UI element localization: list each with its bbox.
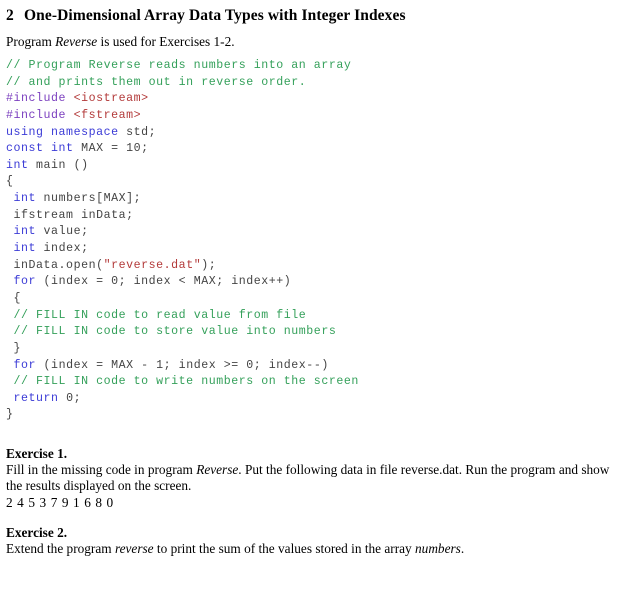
code-line: inData.open("reverse.dat"); [6, 258, 630, 275]
exercise-title: Exercise 2. [6, 524, 68, 540]
code-token-plain: 0; [58, 391, 82, 405]
code-line: // FILL IN code to store value into numb… [6, 324, 630, 341]
exercise-data-values: 2 4 5 3 7 9 1 6 8 0 [6, 494, 114, 510]
exercises-container: Exercise 1. Fill in the missing code in p… [6, 446, 630, 557]
code-token-comment: // FILL IN code to read value from file [13, 308, 307, 322]
code-token-kw: return [13, 391, 59, 405]
code-token-plain: MAX = 10; [73, 142, 149, 156]
code-token-plain: ); [201, 258, 217, 272]
intro-after: is used for Exercises 1-2. [97, 34, 235, 49]
code-token-comment: // FILL IN code to store value into numb… [13, 325, 337, 339]
exercise-title: Exercise 1. [6, 446, 68, 462]
code-line: } [6, 341, 630, 358]
code-token-kw: const int [6, 142, 74, 156]
exercise-emphasis: Reverse [196, 462, 239, 478]
code-token-kw: for [13, 358, 37, 372]
exercise-emphasis: reverse [114, 540, 154, 556]
code-token-plain: } [6, 408, 14, 422]
code-token-kw: int [6, 158, 29, 172]
code-token-plain: (index = MAX - 1; index >= 0; index--) [36, 358, 329, 372]
code-line: for (index = MAX - 1; index >= 0; index-… [6, 358, 630, 375]
exercise-text: to print the sum of the values stored in… [153, 540, 416, 556]
code-line: int value; [6, 224, 630, 241]
code-token-kw: int [13, 242, 37, 256]
code-line: { [6, 174, 630, 191]
exercise-body: Fill in the missing code in program Reve… [6, 462, 626, 495]
exercise-text: . [460, 540, 465, 556]
code-token-comment: // Program Reverse reads numbers into an… [6, 59, 352, 72]
code-token-plain: main () [28, 158, 89, 172]
source-code-listing: // Program Reverse reads numbers into an… [6, 58, 630, 424]
code-token-plain: std; [118, 125, 157, 139]
code-token-plain: ifstream inData; [6, 208, 134, 222]
exercise-body: Extend the program reverse to print the … [6, 541, 626, 557]
code-line: int main () [6, 158, 630, 175]
code-line: using namespace std; [6, 125, 630, 142]
code-token-header: <fstream> [73, 108, 142, 122]
code-token-kw: for [13, 275, 37, 289]
code-token-plain: value; [36, 225, 89, 239]
code-line: { [6, 291, 630, 308]
code-line: #include <fstream> [6, 108, 630, 125]
code-line: int numbers[MAX]; [6, 191, 630, 208]
code-token-plain: { [6, 291, 22, 305]
code-line: #include <iostream> [6, 91, 630, 108]
code-token-plain: { [6, 175, 14, 189]
code-token-pre: #include [6, 108, 67, 122]
intro-before: Program [6, 34, 56, 49]
code-line: // Program Reverse reads numbers into an… [6, 58, 630, 75]
code-token-plain: (index = 0; index < MAX; index++) [36, 275, 292, 289]
exercise-text: Fill in the missing code in program [6, 462, 197, 478]
code-token-pre: #include [6, 92, 67, 106]
code-line: // FILL IN code to write numbers on the … [6, 374, 630, 391]
code-token-header: <iostream> [73, 92, 149, 106]
code-line: // and prints them out in reverse order. [6, 75, 630, 92]
code-line: } [6, 407, 630, 424]
code-token-kw: int [13, 225, 37, 239]
section-title: One-Dimensional Array Data Types with In… [24, 7, 406, 24]
document-page: 2 One-Dimensional Array Data Types with I… [0, 0, 636, 590]
code-token-comment: // and prints them out in reverse order. [6, 75, 307, 89]
code-line: int index; [6, 241, 630, 258]
exercise-emphasis: numbers [415, 540, 461, 556]
intro-program-name: Reverse [55, 34, 98, 49]
code-line: const int MAX = 10; [6, 141, 630, 158]
code-token-kw: int [13, 192, 37, 206]
page-title: 2 One-Dimensional Array Data Types with I… [6, 6, 630, 25]
exercise: Exercise 2. Extend the program reverse to… [6, 525, 630, 557]
code-line: return 0; [6, 391, 630, 408]
code-line: ifstream inData; [6, 208, 630, 225]
section-number: 2 [6, 7, 14, 24]
code-token-plain: } [6, 341, 22, 355]
code-token-plain: index; [36, 242, 89, 256]
exercise-text: Extend the program [6, 540, 115, 556]
intro-paragraph: Program Reverse is used for Exercises 1-… [6, 34, 630, 50]
code-token-plain: inData.open( [6, 258, 104, 272]
exercise: Exercise 1. Fill in the missing code in p… [6, 446, 630, 511]
code-line: for (index = 0; index < MAX; index++) [6, 274, 630, 291]
code-token-kw: using namespace [6, 125, 119, 139]
code-token-str: "reverse.dat" [103, 258, 202, 272]
code-token-comment: // FILL IN code to write numbers on the … [13, 375, 359, 389]
code-line: // FILL IN code to read value from file [6, 308, 630, 325]
code-token-plain: numbers[MAX]; [36, 192, 142, 206]
